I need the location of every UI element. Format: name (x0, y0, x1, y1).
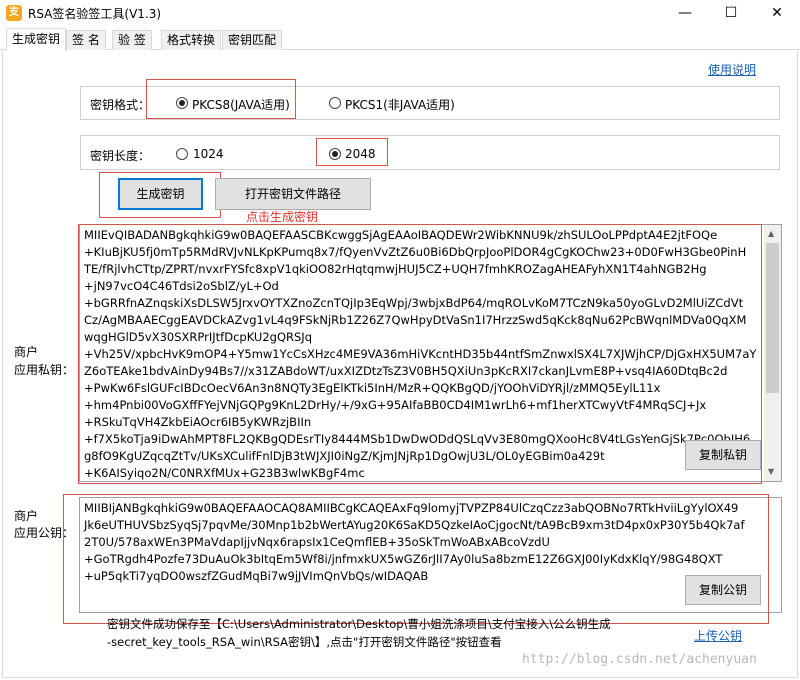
radio-pkcs8-label[interactable]: PKCS8(JAVA适用) (192, 96, 290, 113)
tab-generate-key[interactable]: 生成密钥 (6, 28, 67, 51)
app-icon: 支 (6, 5, 22, 21)
radio-2048[interactable] (329, 148, 341, 160)
scroll-thumb[interactable] (766, 243, 779, 393)
save-path-line2: -secret_key_tools_RSA_win\RSA密钥\】,点击"打开密… (107, 635, 502, 649)
radio-pkcs1[interactable] (329, 97, 341, 109)
help-link[interactable]: 使用说明 (708, 61, 756, 78)
generate-key-button[interactable]: 生成密钥 (118, 178, 203, 210)
tab-sign[interactable]: 签 名 (66, 30, 106, 50)
highlight-box-public (63, 494, 769, 624)
generate-hint: 点击生成密钥 (246, 210, 319, 224)
scroll-down-icon[interactable]: ▼ (768, 467, 774, 476)
radio-pkcs8[interactable] (176, 97, 188, 109)
copy-public-key-button[interactable]: 复制公钥 (685, 575, 761, 605)
private-key-label-line2: 应用私钥： (14, 363, 75, 377)
tab-verify[interactable]: 验 签 (112, 30, 152, 50)
maximize-icon[interactable]: ☐ (708, 0, 754, 26)
public-key-label-line1: 商户 (14, 509, 39, 523)
upload-public-key-link[interactable]: 上传公钥 (694, 627, 742, 644)
title-bar: 支 RSA签名验签工具(V1.3) — ☐ ✕ (0, 0, 800, 26)
open-key-path-button[interactable]: 打开密钥文件路径 (215, 178, 371, 210)
save-path-line1: 密钥文件成功保存至【C:\Users\Administrator\Desktop… (107, 617, 611, 631)
watermark-text: http://blog.csdn.net/achenyuan (522, 652, 757, 667)
window-title: RSA签名验签工具(V1.3) (28, 7, 162, 21)
tab-format-convert[interactable]: 格式转换 (161, 30, 222, 50)
scroll-up-icon[interactable]: ▲ (768, 229, 774, 238)
radio-2048-label[interactable]: 2048 (345, 147, 376, 161)
private-key-scrollbar[interactable]: ▲ ▼ (764, 225, 781, 481)
minimize-icon[interactable]: — (662, 0, 708, 26)
radio-1024-label[interactable]: 1024 (193, 147, 224, 161)
private-key-label-line1: 商户 (14, 345, 39, 359)
highlight-box-private (78, 224, 762, 484)
copy-private-key-button[interactable]: 复制私钥 (685, 440, 761, 470)
key-format-label: 密钥格式： (90, 98, 151, 112)
radio-pkcs1-label[interactable]: PKCS1(非JAVA适用) (345, 96, 455, 113)
tab-key-match[interactable]: 密钥匹配 (222, 30, 283, 50)
key-length-label: 密钥长度： (90, 149, 151, 163)
close-icon[interactable]: ✕ (754, 0, 800, 26)
radio-1024[interactable] (176, 148, 188, 160)
